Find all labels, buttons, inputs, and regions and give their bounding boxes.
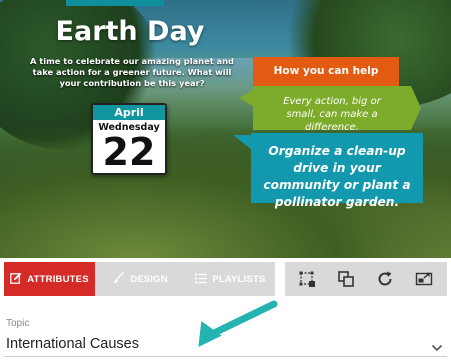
layers-icon (337, 270, 355, 288)
callout-heading: How you can help (253, 57, 399, 86)
tab-attributes[interactable]: ATTRIBUTES (4, 262, 95, 296)
layers-button[interactable] (326, 262, 366, 296)
calendar-day: 22 (102, 130, 156, 174)
poster-preview: Earth Day A time to celebrate our amazin… (0, 0, 451, 258)
topic-selected-value: International Causes (6, 336, 139, 352)
poster-top-strip (66, 0, 164, 6)
calendar-icon: April Wednesday 22 (91, 103, 167, 175)
callout-action-box: Organize a clean-up drive in your commun… (233, 133, 423, 209)
topic-label: Topic (6, 318, 30, 329)
tab-label: PLAYLISTS (212, 273, 266, 285)
editor-toolbar: ATTRIBUTES DESIGN PLAYLISTS (0, 262, 451, 296)
poster-tagline: A time to celebrate our amazing planet a… (29, 56, 234, 88)
crop-button[interactable] (287, 262, 327, 296)
calendar-month: April (93, 105, 165, 120)
callout-subtext-box: Every action, big or small, can make a d… (239, 86, 421, 133)
external-link-button[interactable] (404, 262, 444, 296)
external-link-icon (415, 270, 433, 288)
callout-subtext: Every action, big or small, can make a d… (283, 96, 381, 133)
tab-label: DESIGN (130, 273, 168, 285)
chevron-down-icon (431, 339, 443, 357)
callout-tail (233, 135, 251, 149)
refresh-button[interactable] (365, 262, 405, 296)
tab-design[interactable]: DESIGN (95, 262, 186, 296)
callout-tail (239, 90, 253, 106)
edit-icon (10, 272, 22, 286)
callout-action: Organize a clean-up drive in your commun… (263, 144, 411, 209)
crop-icon (298, 270, 316, 288)
tool-group (285, 262, 447, 296)
tab-label: ATTRIBUTES (27, 273, 89, 285)
list-icon (195, 273, 208, 286)
poster-title: Earth Day (55, 16, 205, 47)
refresh-icon (376, 270, 394, 288)
brush-icon (113, 272, 125, 286)
tab-playlists[interactable]: PLAYLISTS (186, 262, 275, 296)
annotation-arrow-icon (190, 298, 280, 353)
